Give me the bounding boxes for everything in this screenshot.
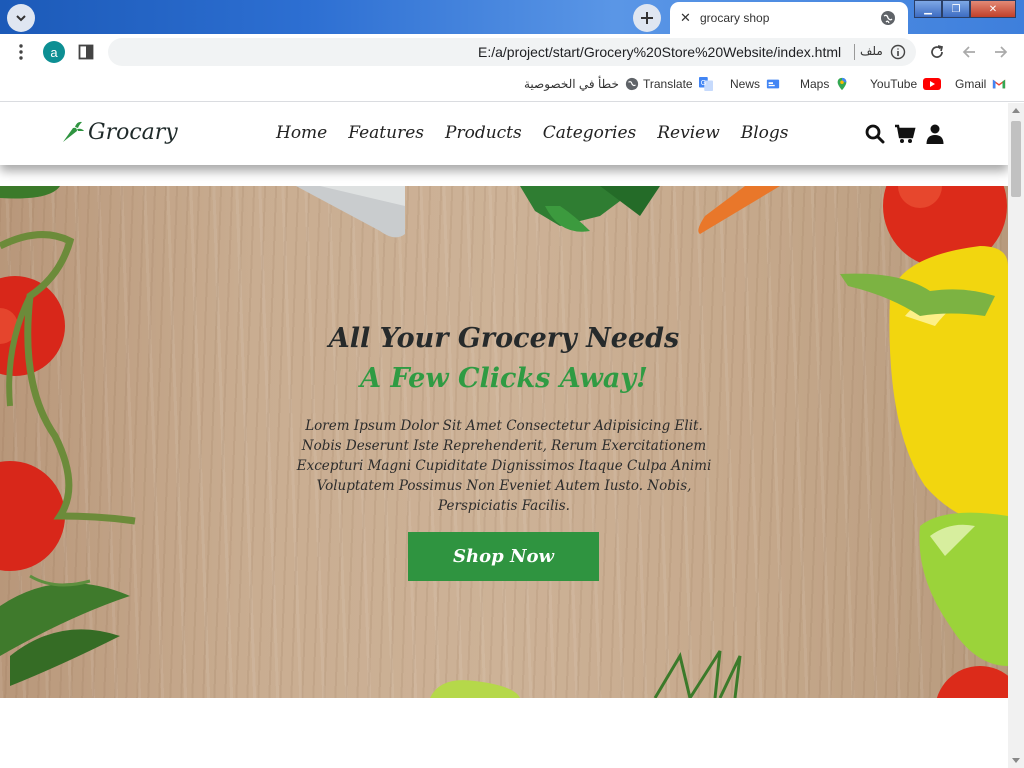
youtube-icon bbox=[923, 78, 942, 90]
window-controls: ▁ ❐ ✕ bbox=[914, 0, 1016, 18]
close-window-button[interactable]: ✕ bbox=[970, 0, 1016, 18]
bookmark-translate[interactable]: Translate G bbox=[643, 77, 713, 91]
nav-products[interactable]: Products bbox=[445, 123, 522, 143]
new-tab-button[interactable] bbox=[633, 4, 661, 32]
maximize-button[interactable]: ❐ bbox=[942, 0, 970, 18]
bookmark-news[interactable]: News bbox=[730, 77, 780, 91]
more-vert-icon bbox=[19, 44, 23, 60]
hero-paragraph: Lorem Ipsum Dolor Sit Amet Consectetur A… bbox=[296, 418, 712, 514]
chevron-down-icon bbox=[16, 15, 26, 22]
hero-subtitle: A Few Clicks Away! bbox=[360, 363, 648, 394]
bookmark-label: خطأ في الخصوصية bbox=[524, 77, 619, 91]
nav-blogs[interactable]: Blogs bbox=[741, 123, 789, 143]
cart-icon bbox=[895, 124, 916, 143]
bookmark-youtube[interactable]: YouTube bbox=[870, 77, 942, 91]
nav-features[interactable]: Features bbox=[348, 123, 424, 143]
user-icon bbox=[926, 124, 944, 144]
site-logo[interactable]: Grocary bbox=[60, 119, 178, 145]
browser-tab[interactable]: ✕ grocary shop bbox=[670, 2, 908, 34]
maps-icon bbox=[837, 77, 847, 91]
hero-title: All Your Grocery Needs bbox=[328, 323, 680, 354]
side-panel-button[interactable] bbox=[76, 42, 96, 62]
nav-review[interactable]: Review bbox=[657, 123, 720, 143]
side-panel-icon bbox=[78, 44, 94, 60]
address-bar-row: E:/a/project/start/Grocery%20Store%20Web… bbox=[0, 34, 1024, 70]
search-icon bbox=[865, 124, 885, 144]
nav-categories[interactable]: Categories bbox=[543, 123, 637, 143]
bookmark-label: Maps bbox=[800, 77, 830, 91]
shop-now-button[interactable]: Shop Now bbox=[408, 532, 599, 581]
bookmark-label: YouTube bbox=[870, 77, 918, 91]
url-text[interactable]: E:/a/project/start/Grocery%20Store%20Web… bbox=[478, 44, 841, 60]
page-scrollbar[interactable] bbox=[1008, 103, 1024, 768]
back-button[interactable] bbox=[991, 42, 1011, 62]
search-button[interactable] bbox=[864, 123, 886, 145]
minimize-button[interactable]: ▁ bbox=[914, 0, 942, 18]
bookmark-label: Gmail bbox=[955, 77, 987, 91]
tab-search-button[interactable] bbox=[7, 4, 35, 32]
globe-icon bbox=[881, 11, 895, 25]
scroll-down-icon[interactable] bbox=[1012, 758, 1020, 763]
menu-button[interactable] bbox=[11, 42, 31, 62]
user-button[interactable] bbox=[924, 123, 946, 145]
close-icon[interactable]: ✕ bbox=[680, 11, 694, 26]
bookmark-label: News bbox=[730, 77, 761, 91]
carrot-icon bbox=[63, 121, 84, 142]
minimize-icon: ▁ bbox=[924, 3, 932, 15]
logo-text: Grocary bbox=[88, 119, 178, 145]
site-header: Grocary Home Features Products Categorie… bbox=[0, 103, 1008, 165]
header-icons bbox=[864, 123, 954, 145]
svg-text:G: G bbox=[700, 80, 705, 87]
arrow-left-icon bbox=[962, 46, 975, 58]
arrow-right-icon bbox=[995, 46, 1008, 58]
url-scheme-label: ملف bbox=[860, 44, 883, 58]
browser-titlebar: ✕ grocary shop ▁ ❐ ✕ bbox=[0, 0, 1024, 34]
tab-title: grocary shop bbox=[700, 11, 770, 25]
bookmark-privacy-error[interactable]: خطأ في الخصوصية bbox=[524, 77, 639, 91]
profile-avatar[interactable]: a bbox=[43, 41, 65, 63]
globe-icon bbox=[625, 77, 639, 91]
restore-icon: ❐ bbox=[951, 3, 961, 15]
translate-icon: G bbox=[698, 77, 713, 91]
plus-icon bbox=[641, 12, 653, 24]
url-separator bbox=[854, 44, 855, 60]
close-icon: ✕ bbox=[988, 3, 998, 15]
news-icon bbox=[766, 79, 780, 89]
reload-button[interactable] bbox=[927, 42, 947, 62]
forward-button[interactable] bbox=[959, 42, 979, 62]
main-nav: Home Features Products Categories Review… bbox=[276, 123, 810, 143]
hero-section: All Your Grocery Needs A Few Clicks Away… bbox=[0, 186, 1008, 698]
bookmark-gmail[interactable]: Gmail bbox=[955, 77, 1006, 91]
gmail-icon bbox=[993, 79, 1006, 89]
info-icon[interactable] bbox=[890, 44, 906, 60]
scrollbar-thumb[interactable] bbox=[1011, 121, 1021, 197]
nav-home[interactable]: Home bbox=[276, 123, 327, 143]
bookmark-maps[interactable]: Maps bbox=[800, 77, 849, 91]
scroll-up-icon[interactable] bbox=[1012, 108, 1020, 113]
bookmarks-bar: خطأ في الخصوصية Translate G News Maps Yo… bbox=[0, 70, 1024, 102]
url-omnibox[interactable]: E:/a/project/start/Grocery%20Store%20Web… bbox=[108, 38, 916, 66]
reload-icon bbox=[931, 45, 944, 58]
page-viewport: Grocary Home Features Products Categorie… bbox=[0, 103, 1008, 768]
bookmark-label: Translate bbox=[643, 77, 693, 91]
cart-button[interactable] bbox=[894, 123, 916, 145]
